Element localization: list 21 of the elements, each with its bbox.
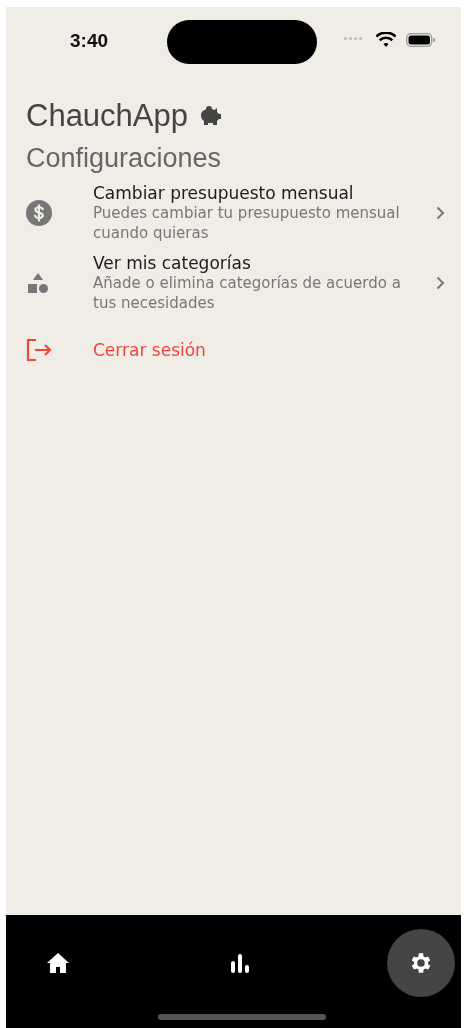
item-description: Añade o elimina categorías de acuerdo a tus necesidades: [93, 273, 402, 313]
settings-item[interactable]: Ver mis categorías Añade o elimina categorías de acuerdo a tus necesidades: [6, 252, 461, 314]
chevron-icon: [436, 276, 445, 290]
app-title: ChauchApp: [26, 98, 188, 134]
settings-item[interactable]: Cambiar presupuesto mensual Puedes cambiar tu presupuesto mensual cuando quieras: [6, 182, 461, 244]
status-time: 3:40: [70, 30, 109, 52]
page-title: Configuraciones: [26, 143, 223, 174]
battery-icon: [406, 33, 436, 47]
item-description: Puedes cambiar tu presupuesto mensual cuando quieras: [93, 203, 401, 243]
bar-chart-icon: [229, 952, 250, 973]
wifi-icon: [376, 32, 396, 48]
home-icon: [46, 951, 70, 974]
logout-icon: [26, 338, 52, 362]
item-title: Cerrar sesión: [93, 340, 207, 360]
signal-icon: [344, 37, 362, 40]
piggy-bank-icon: [198, 106, 222, 126]
chevron-icon: [436, 206, 445, 220]
item-title: Ver mis categorías: [93, 253, 252, 273]
dollar-icon: [26, 200, 52, 226]
shapes-icon: [26, 271, 50, 295]
item-title: Cambiar presupuesto mensual: [93, 183, 355, 203]
